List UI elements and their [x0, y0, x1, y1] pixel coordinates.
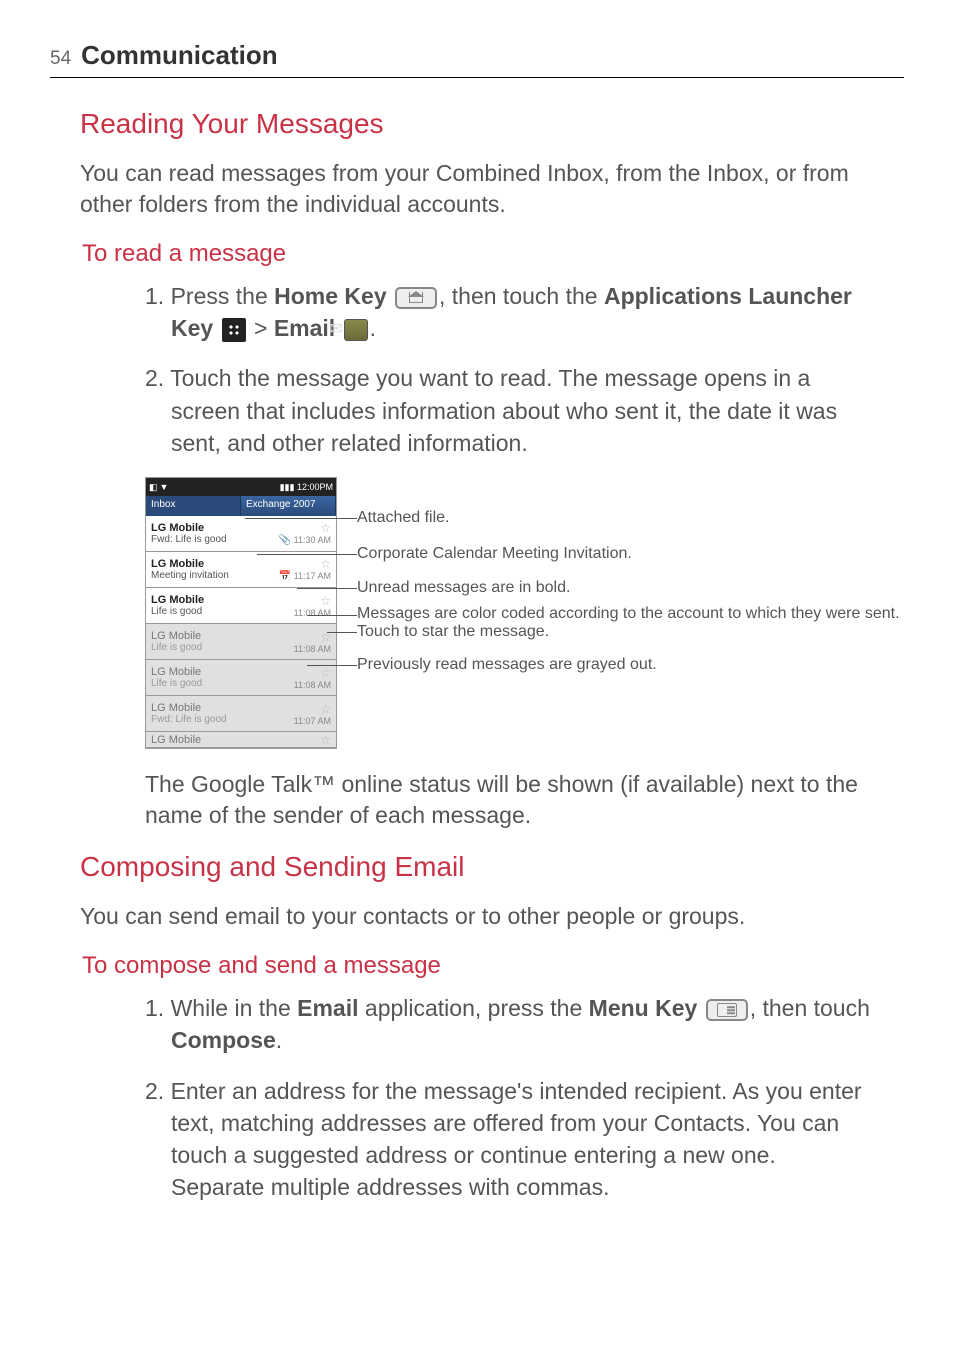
menu-key-icon — [706, 999, 748, 1021]
email-time: 11:08 AM — [294, 608, 331, 618]
star-icon[interactable]: ☆ — [294, 702, 331, 716]
folder-tabs[interactable]: Inbox Exchange 2007 — [146, 496, 336, 516]
step-1-read: 1. Press the Home Key , then touch the A… — [145, 280, 874, 344]
apps-launcher-icon — [222, 318, 246, 342]
step-text: Touch the message you want to read. The … — [170, 365, 837, 455]
google-talk-note: The Google Talk™ online status will be s… — [145, 769, 874, 831]
email-sender: LG Mobile — [151, 666, 294, 678]
step-number: 1. — [145, 995, 164, 1021]
star-icon[interactable]: ☆ — [279, 521, 331, 535]
notification-icon: ◧ — [149, 482, 158, 493]
step-text: . — [276, 1027, 282, 1053]
callout-calendar-invite: Corporate Calendar Meeting Invitation. — [357, 545, 904, 563]
email-subject: Life is good — [151, 678, 294, 689]
step-2-compose: 2. Enter an address for the message's in… — [145, 1075, 874, 1204]
heading-reading-messages: Reading Your Messages — [80, 108, 904, 140]
home-key-icon — [395, 287, 437, 309]
label-menu-key: Menu Key — [589, 995, 698, 1021]
label-compose: Compose — [171, 1027, 276, 1053]
paragraph-composing-intro: You can send email to your contacts or t… — [80, 901, 904, 932]
status-bar: ◧▼ ▮▮▮ 12:00PM — [146, 478, 336, 496]
step-text: , then touch — [750, 995, 870, 1021]
tab-inbox[interactable]: Inbox — [146, 496, 241, 516]
email-sender: LG Mobile — [151, 630, 294, 642]
email-row-unread-meeting[interactable]: LG Mobile Meeting invitation ☆ 📅 11:17 A… — [146, 552, 336, 588]
email-time: 11:08 AM — [294, 644, 331, 654]
subheading-to-read: To read a message — [82, 240, 904, 268]
callout-attached-file: Attached file. — [357, 509, 904, 527]
step-1-compose: 1. While in the Email application, press… — [145, 992, 874, 1056]
star-icon[interactable]: ☆ — [279, 557, 331, 571]
email-row-read-partial[interactable]: LG Mobile ☆ — [146, 732, 336, 748]
page-number: 54 — [50, 48, 71, 70]
step-text: , then touch the — [439, 283, 604, 309]
status-left-icons: ◧▼ — [149, 482, 168, 493]
step-text: . — [370, 315, 376, 341]
star-icon[interactable]: ☆ — [294, 666, 331, 680]
email-time: 11:30 AM — [294, 535, 331, 545]
email-sender: LG Mobile — [151, 558, 279, 570]
screenshot-with-callouts: ◧▼ ▮▮▮ 12:00PM Inbox Exchange 2007 LG Mo… — [145, 477, 904, 749]
email-sender: LG Mobile — [151, 594, 294, 606]
status-time: 12:00PM — [297, 482, 333, 492]
email-row-unread-attachment[interactable]: LG Mobile Fwd: Life is good ☆ 📎 11:30 AM — [146, 516, 336, 552]
paragraph-reading-intro: You can read messages from your Combined… — [80, 158, 904, 220]
step-number: 2. — [145, 365, 164, 391]
step-text: application, press the — [359, 995, 589, 1021]
email-row-read[interactable]: LG Mobile Fwd: Life is good ☆ 11:07 AM — [146, 696, 336, 732]
callout-unread-bold: Unread messages are in bold. — [357, 579, 904, 597]
status-right: ▮▮▮ 12:00PM — [280, 482, 333, 493]
label-home-key: Home Key — [274, 283, 386, 309]
page-header: 54 Communication — [50, 40, 904, 78]
email-subject: Life is good — [151, 606, 294, 617]
email-subject: Fwd: Life is good — [151, 714, 294, 725]
label-email: Email — [297, 995, 358, 1021]
attachment-icon: 📎 — [279, 535, 291, 546]
signal-icon: ▮▮▮ — [280, 482, 295, 492]
email-sender: LG Mobile — [151, 702, 294, 714]
email-app-icon — [344, 319, 368, 341]
callout-color-coded: Messages are color coded according to th… — [357, 605, 904, 623]
step-2-read: 2. Touch the message you want to read. T… — [145, 362, 874, 459]
email-time: 11:08 AM — [294, 680, 331, 690]
step-text: Enter an address for the message's inten… — [171, 1078, 862, 1201]
step-number: 2. — [145, 1078, 164, 1104]
star-icon[interactable]: ☆ — [320, 733, 331, 747]
email-sender: LG Mobile — [151, 734, 320, 746]
notification-icon: ▼ — [160, 482, 169, 493]
email-time: 11:07 AM — [294, 716, 331, 726]
email-row-unread[interactable]: LG Mobile Life is good ☆ 11:08 AM — [146, 588, 336, 624]
email-time: 11:17 AM — [294, 571, 331, 581]
email-sender: LG Mobile — [151, 522, 279, 534]
calendar-icon: 📅 — [279, 571, 291, 582]
step-text: Press the — [171, 283, 275, 309]
step-number: 1. — [145, 283, 164, 309]
email-row-read[interactable]: LG Mobile Life is good ☆ 11:08 AM — [146, 624, 336, 660]
step-text: While in the — [171, 995, 298, 1021]
email-subject: Meeting invitation — [151, 570, 279, 581]
star-icon[interactable]: ☆ — [294, 594, 331, 608]
heading-composing-email: Composing and Sending Email — [80, 851, 904, 883]
section-title: Communication — [81, 40, 277, 71]
tab-exchange[interactable]: Exchange 2007 — [241, 496, 336, 516]
email-subject: Fwd: Life is good — [151, 534, 279, 545]
star-icon[interactable]: ☆ — [294, 630, 331, 644]
callout-star-message: Touch to star the message. — [357, 623, 904, 641]
label-email: Email — [274, 315, 335, 341]
subheading-to-compose: To compose and send a message — [82, 952, 904, 980]
step-text: > — [248, 315, 274, 341]
callout-read-grayed: Previously read messages are grayed out. — [357, 656, 904, 674]
email-subject: Life is good — [151, 642, 294, 653]
callout-annotations: Attached file. Corporate Calendar Meetin… — [337, 477, 904, 749]
